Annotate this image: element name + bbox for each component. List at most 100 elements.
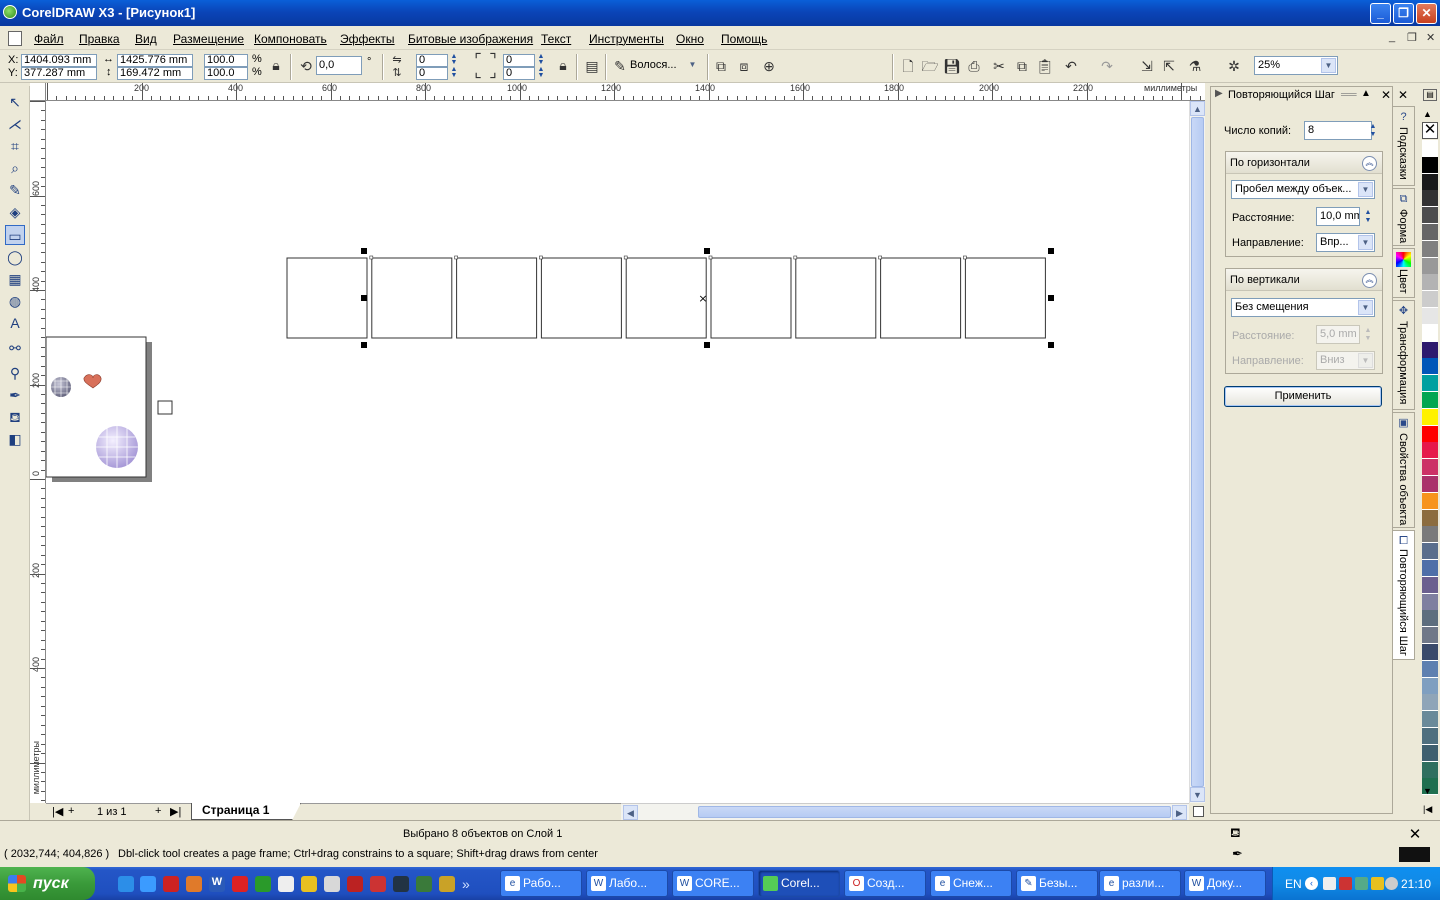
horizontal-scroll-thumb[interactable] [698, 806, 1171, 818]
doc-minimize-button[interactable]: _ [1389, 31, 1395, 43]
taskbar-item[interactable]: W Доку... [1184, 870, 1266, 897]
import-icon[interactable]: ⇲ [1138, 57, 1156, 75]
taskbar-item[interactable]: O Созд... [844, 870, 926, 897]
taskbar-item[interactable]: e разли... [1099, 870, 1181, 897]
corner-radius-1[interactable]: 0 [416, 54, 448, 67]
save-icon[interactable]: 💾︎ [943, 57, 961, 75]
color-swatch[interactable] [1422, 257, 1438, 275]
first-page-button[interactable]: |◀ [52, 805, 63, 818]
open-icon[interactable]: 🗁︎ [921, 57, 939, 75]
last-page-button[interactable]: ▶| [170, 805, 181, 818]
color-swatch[interactable] [1422, 375, 1438, 393]
color-swatch[interactable] [1422, 627, 1438, 645]
tab-transformation[interactable]: ✥ Трансформация [1393, 300, 1415, 410]
fill-tool-icon[interactable]: ⛾ [5, 407, 25, 427]
taskbar-item[interactable]: W Лабо... [586, 870, 668, 897]
welcome-screen-icon[interactable]: ✲ [1225, 57, 1243, 75]
color-swatch[interactable] [1422, 358, 1438, 376]
vertical-mode-select[interactable]: Без смещения ▼ [1231, 298, 1375, 317]
browser-icon[interactable] [140, 876, 156, 892]
spinner-arrows[interactable]: ▲ ▼ [449, 66, 459, 80]
docker-close-icon[interactable]: ✕ [1381, 88, 1391, 102]
doc-close-button[interactable]: ✕ [1426, 31, 1435, 44]
horizontal-distance-input[interactable]: 10,0 mm [1316, 207, 1360, 226]
print-icon[interactable]: ⎙ [965, 57, 983, 75]
color-swatch[interactable] [1422, 694, 1438, 712]
zoom-tool-icon[interactable]: ⌕ [5, 158, 25, 178]
to-front-icon[interactable]: ⧉ [712, 57, 730, 75]
color-swatch[interactable] [1422, 543, 1438, 561]
apply-button[interactable]: Применить [1224, 386, 1382, 407]
taskbar-item-active[interactable]: Corel... [758, 870, 840, 897]
app-icon[interactable] [416, 876, 432, 892]
color-swatch[interactable] [1422, 526, 1438, 544]
color-swatch[interactable] [1422, 459, 1438, 477]
x-position-field[interactable]: 1404.093 mm [21, 54, 97, 67]
spinner-arrows[interactable]: ▲ ▼ [536, 66, 546, 80]
color-swatch[interactable] [1422, 576, 1438, 594]
color-swatch[interactable] [1422, 224, 1438, 241]
color-swatch[interactable] [1422, 711, 1438, 729]
selection-handle[interactable] [704, 342, 710, 348]
outline-width-select[interactable]: Волося... ▼ [627, 57, 701, 76]
document-icon[interactable] [8, 31, 22, 46]
color-swatch[interactable] [1422, 744, 1438, 762]
color-swatch[interactable] [1422, 593, 1438, 611]
vertical-group-header[interactable]: По вертикали ︽ [1226, 269, 1382, 291]
taskbar-item[interactable]: ✎ Безы... [1016, 870, 1098, 897]
app-icon[interactable] [232, 876, 248, 892]
rectangle-copy[interactable] [625, 257, 707, 339]
menu-help[interactable]: Помощь [721, 32, 767, 46]
tray-icon[interactable] [1339, 877, 1352, 890]
close-button[interactable]: ✕ [1416, 3, 1437, 24]
menu-window[interactable]: Окно [676, 32, 704, 46]
copies-spinner[interactable]: ▲ ▼ [1368, 123, 1378, 141]
corner-view-button[interactable] [1193, 806, 1204, 817]
rotation-field[interactable]: 0,0 [316, 56, 362, 75]
docker-collapse-icon[interactable]: ▲ [1361, 88, 1371, 99]
application-launcher-icon[interactable]: ⚗ [1186, 57, 1204, 75]
undo-icon[interactable]: ↶ [1062, 57, 1080, 75]
y-position-field[interactable]: 377.287 mm [21, 67, 97, 80]
collapse-up-icon[interactable]: ︽ [1362, 273, 1377, 288]
app-icon[interactable] [301, 876, 317, 892]
ie-icon[interactable] [118, 876, 134, 892]
interactive-blend-tool-icon[interactable]: ⚯ [5, 338, 25, 358]
vertical-ruler[interactable]: 600 400 200 0 200 400 миллиметры [30, 101, 46, 803]
selection-handle[interactable] [1048, 248, 1054, 254]
scroll-right-arrow[interactable]: ▶ [1172, 805, 1187, 820]
menu-edit[interactable]: Правка [79, 32, 120, 46]
text-tool-icon[interactable]: A [5, 313, 25, 333]
word-icon[interactable]: W [209, 876, 225, 892]
vertical-scrollbar[interactable]: ▲ ▼ [1189, 101, 1205, 803]
mirror-vertical-icon[interactable]: ⇅ [388, 64, 406, 82]
corner-radius-3[interactable]: 0 [416, 67, 448, 80]
restore-button[interactable]: ❐ [1393, 3, 1414, 24]
scroll-left-arrow[interactable]: ◀ [623, 805, 638, 820]
export-icon[interactable]: ⇱ [1160, 57, 1178, 75]
rectangle-copy[interactable] [880, 257, 962, 339]
horizontal-direction-select[interactable]: Впр... ▼ [1316, 233, 1375, 252]
tab-color[interactable]: Цвет [1393, 248, 1415, 298]
wrap-text-icon[interactable]: ▤ [583, 57, 601, 75]
width-field[interactable]: 1425.776 mm [117, 54, 193, 67]
selection-handle[interactable] [361, 295, 367, 301]
vertical-scroll-thumb[interactable] [1191, 117, 1204, 787]
shape-tool-icon[interactable]: ⋌ [5, 114, 25, 134]
ellipse-tool-icon[interactable]: ◯ [5, 247, 25, 267]
selection-handle[interactable] [1048, 295, 1054, 301]
palette-scroll-down-arrow[interactable]: ▼ [1423, 786, 1432, 796]
color-swatch[interactable] [1422, 677, 1438, 695]
smart-fill-tool-icon[interactable]: ◈ [5, 202, 25, 222]
docker-close-icon[interactable]: ✕ [1398, 88, 1408, 102]
horizontal-ruler[interactable]: 200 400 600 800 1000 1200 1400 1600 1800… [46, 83, 1205, 101]
docker-arrows-icon[interactable]: ▶ [1215, 88, 1223, 99]
polygon-tool-icon[interactable]: ▦ [5, 269, 25, 289]
color-swatch[interactable] [1422, 560, 1438, 577]
horizontal-scrollbar[interactable]: ◀ ▶ [621, 803, 1189, 820]
cut-icon[interactable]: ✂ [990, 57, 1008, 75]
palette-flyout-arrow[interactable]: |◀ [1423, 804, 1432, 815]
to-back-icon[interactable]: ⧈ [735, 57, 753, 75]
color-swatch[interactable] [1422, 644, 1438, 661]
lock-ratio-icon[interactable]: 🔒︎ [267, 56, 285, 74]
